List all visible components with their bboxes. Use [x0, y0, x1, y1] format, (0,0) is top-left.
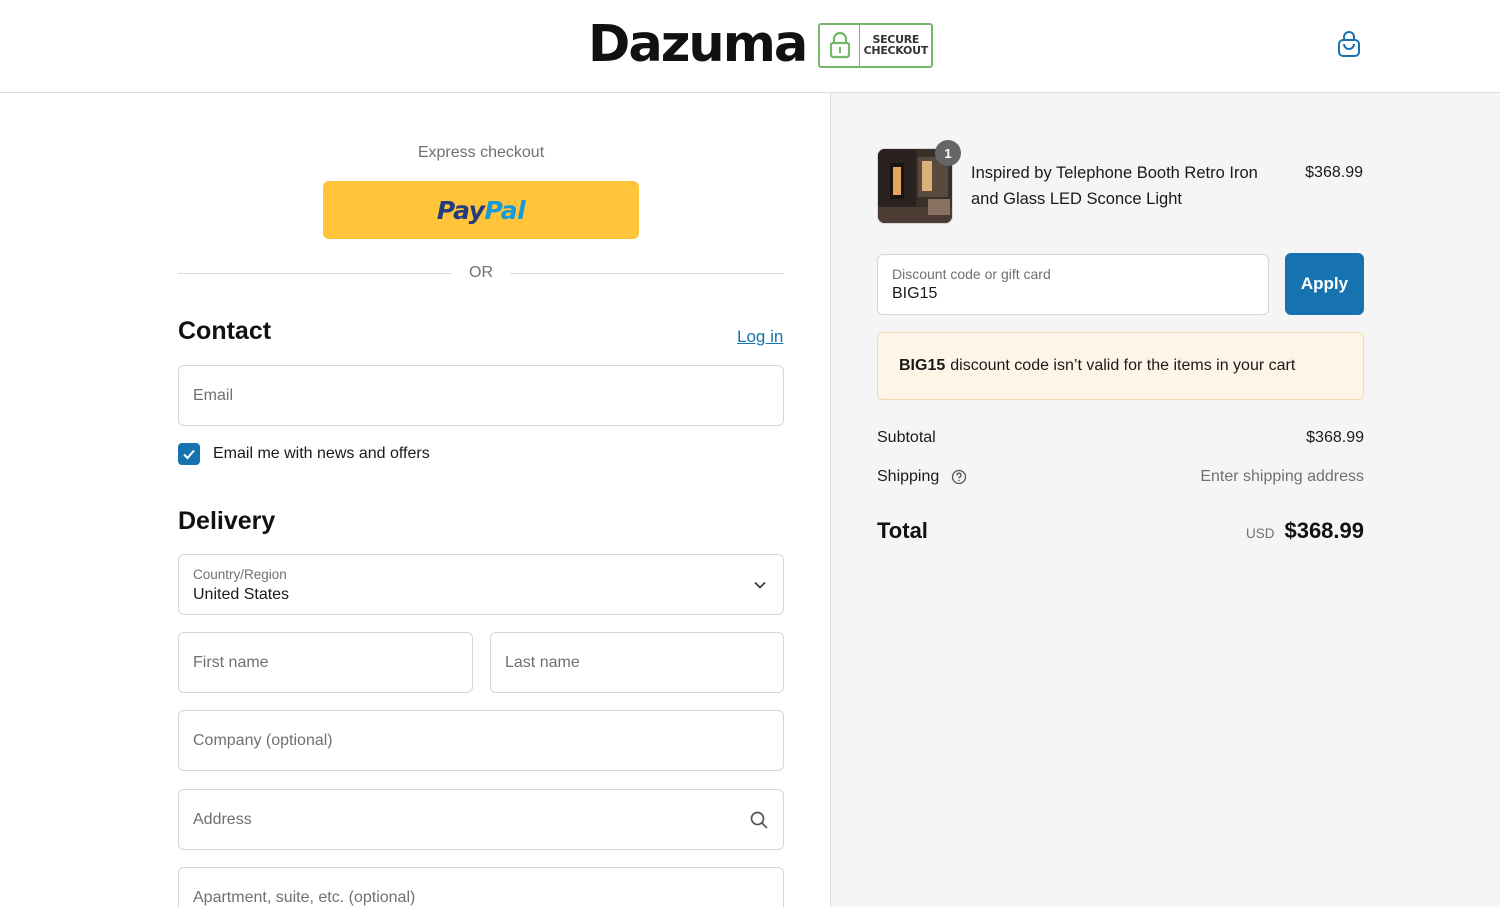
- quantity-badge: 1: [935, 140, 961, 166]
- total-row: Total USD $368.99: [877, 518, 1364, 544]
- total-label: Total: [877, 518, 928, 543]
- country-value: United States: [193, 586, 290, 603]
- login-link[interactable]: Log in: [737, 327, 783, 347]
- newsletter-option[interactable]: Email me with news and offers: [178, 443, 430, 465]
- search-icon[interactable]: [749, 810, 769, 830]
- express-checkout-label: Express checkout: [417, 144, 545, 161]
- paypal-logo-part1: Pay: [436, 195, 485, 225]
- currency-code: USD: [1245, 526, 1275, 541]
- apply-button[interactable]: Apply: [1285, 253, 1364, 315]
- or-divider: OR: [178, 262, 784, 284]
- or-text: OR: [469, 264, 493, 281]
- last-name-placeholder: Last name: [505, 653, 580, 671]
- delivery-title: Delivery: [178, 507, 276, 535]
- shipping-value: Enter shipping address: [1200, 468, 1364, 485]
- order-summary: 1 Inspired by Telephone Booth Retro Iron…: [830, 93, 1500, 907]
- apartment-field[interactable]: Apartment, suite, etc. (optional): [178, 867, 784, 907]
- contact-title: Contact: [178, 317, 272, 345]
- paypal-button[interactable]: Pay Pal: [323, 181, 639, 239]
- apartment-placeholder: Apartment, suite, etc. (optional): [193, 888, 416, 906]
- shipping-row: Shipping Enter shipping address: [877, 468, 1364, 486]
- last-name-field[interactable]: Last name: [490, 632, 784, 693]
- shopping-bag-icon[interactable]: [1334, 28, 1364, 60]
- address-placeholder: Address: [193, 810, 252, 828]
- country-label: Country/Region: [193, 567, 287, 582]
- email-field[interactable]: Email: [178, 365, 784, 426]
- paypal-logo-part2: Pal: [484, 195, 526, 225]
- discount-warning: BIG15 discount code isn’t valid for the …: [877, 332, 1364, 400]
- brand[interactable]: Dazuma SECURE CHECKOUT: [588, 14, 934, 76]
- subtotal-label: Subtotal: [877, 429, 936, 446]
- address-field[interactable]: Address: [178, 789, 784, 850]
- discount-label: Discount code or gift card: [892, 266, 1051, 282]
- product-thumbnail-wrap: 1: [877, 140, 961, 224]
- product-name: Inspired by Telephone Booth Retro Iron a…: [971, 164, 1258, 208]
- subtotal-row: Subtotal $368.99: [877, 429, 1364, 447]
- brand-logo[interactable]: Dazuma: [588, 14, 808, 76]
- discount-value: BIG15: [892, 285, 938, 302]
- chevron-down-icon: [753, 578, 767, 592]
- warning-code: BIG15: [899, 357, 946, 374]
- first-name-field[interactable]: First name: [178, 632, 473, 693]
- newsletter-label: Email me with news and offers: [213, 445, 430, 462]
- help-icon[interactable]: [951, 469, 967, 485]
- newsletter-checkbox[interactable]: [178, 443, 200, 465]
- company-placeholder: Company (optional): [193, 731, 333, 749]
- product-price: $368.99: [1305, 164, 1363, 181]
- warning-text: discount code isn’t valid for the items …: [950, 357, 1296, 374]
- lock-icon: [820, 24, 861, 66]
- country-select[interactable]: Country/Region United States: [178, 554, 784, 615]
- total-amount: $368.99: [1284, 518, 1364, 543]
- shipping-label: Shipping: [877, 468, 940, 485]
- email-placeholder: Email: [193, 386, 234, 404]
- secure-checkout-badge: SECURE CHECKOUT: [818, 22, 934, 68]
- checkout-form: Express checkout Pay Pal OR Contact Log i…: [0, 93, 830, 907]
- first-name-placeholder: First name: [193, 653, 269, 671]
- badge-line-2: CHECKOUT: [863, 44, 929, 57]
- subtotal-value: $368.99: [1306, 429, 1364, 446]
- checkmark-icon: [183, 449, 195, 460]
- company-field[interactable]: Company (optional): [178, 710, 784, 771]
- site-header: Dazuma SECURE CHECKOUT: [0, 0, 1500, 93]
- discount-code-input[interactable]: Discount code or gift card BIG15: [877, 254, 1269, 315]
